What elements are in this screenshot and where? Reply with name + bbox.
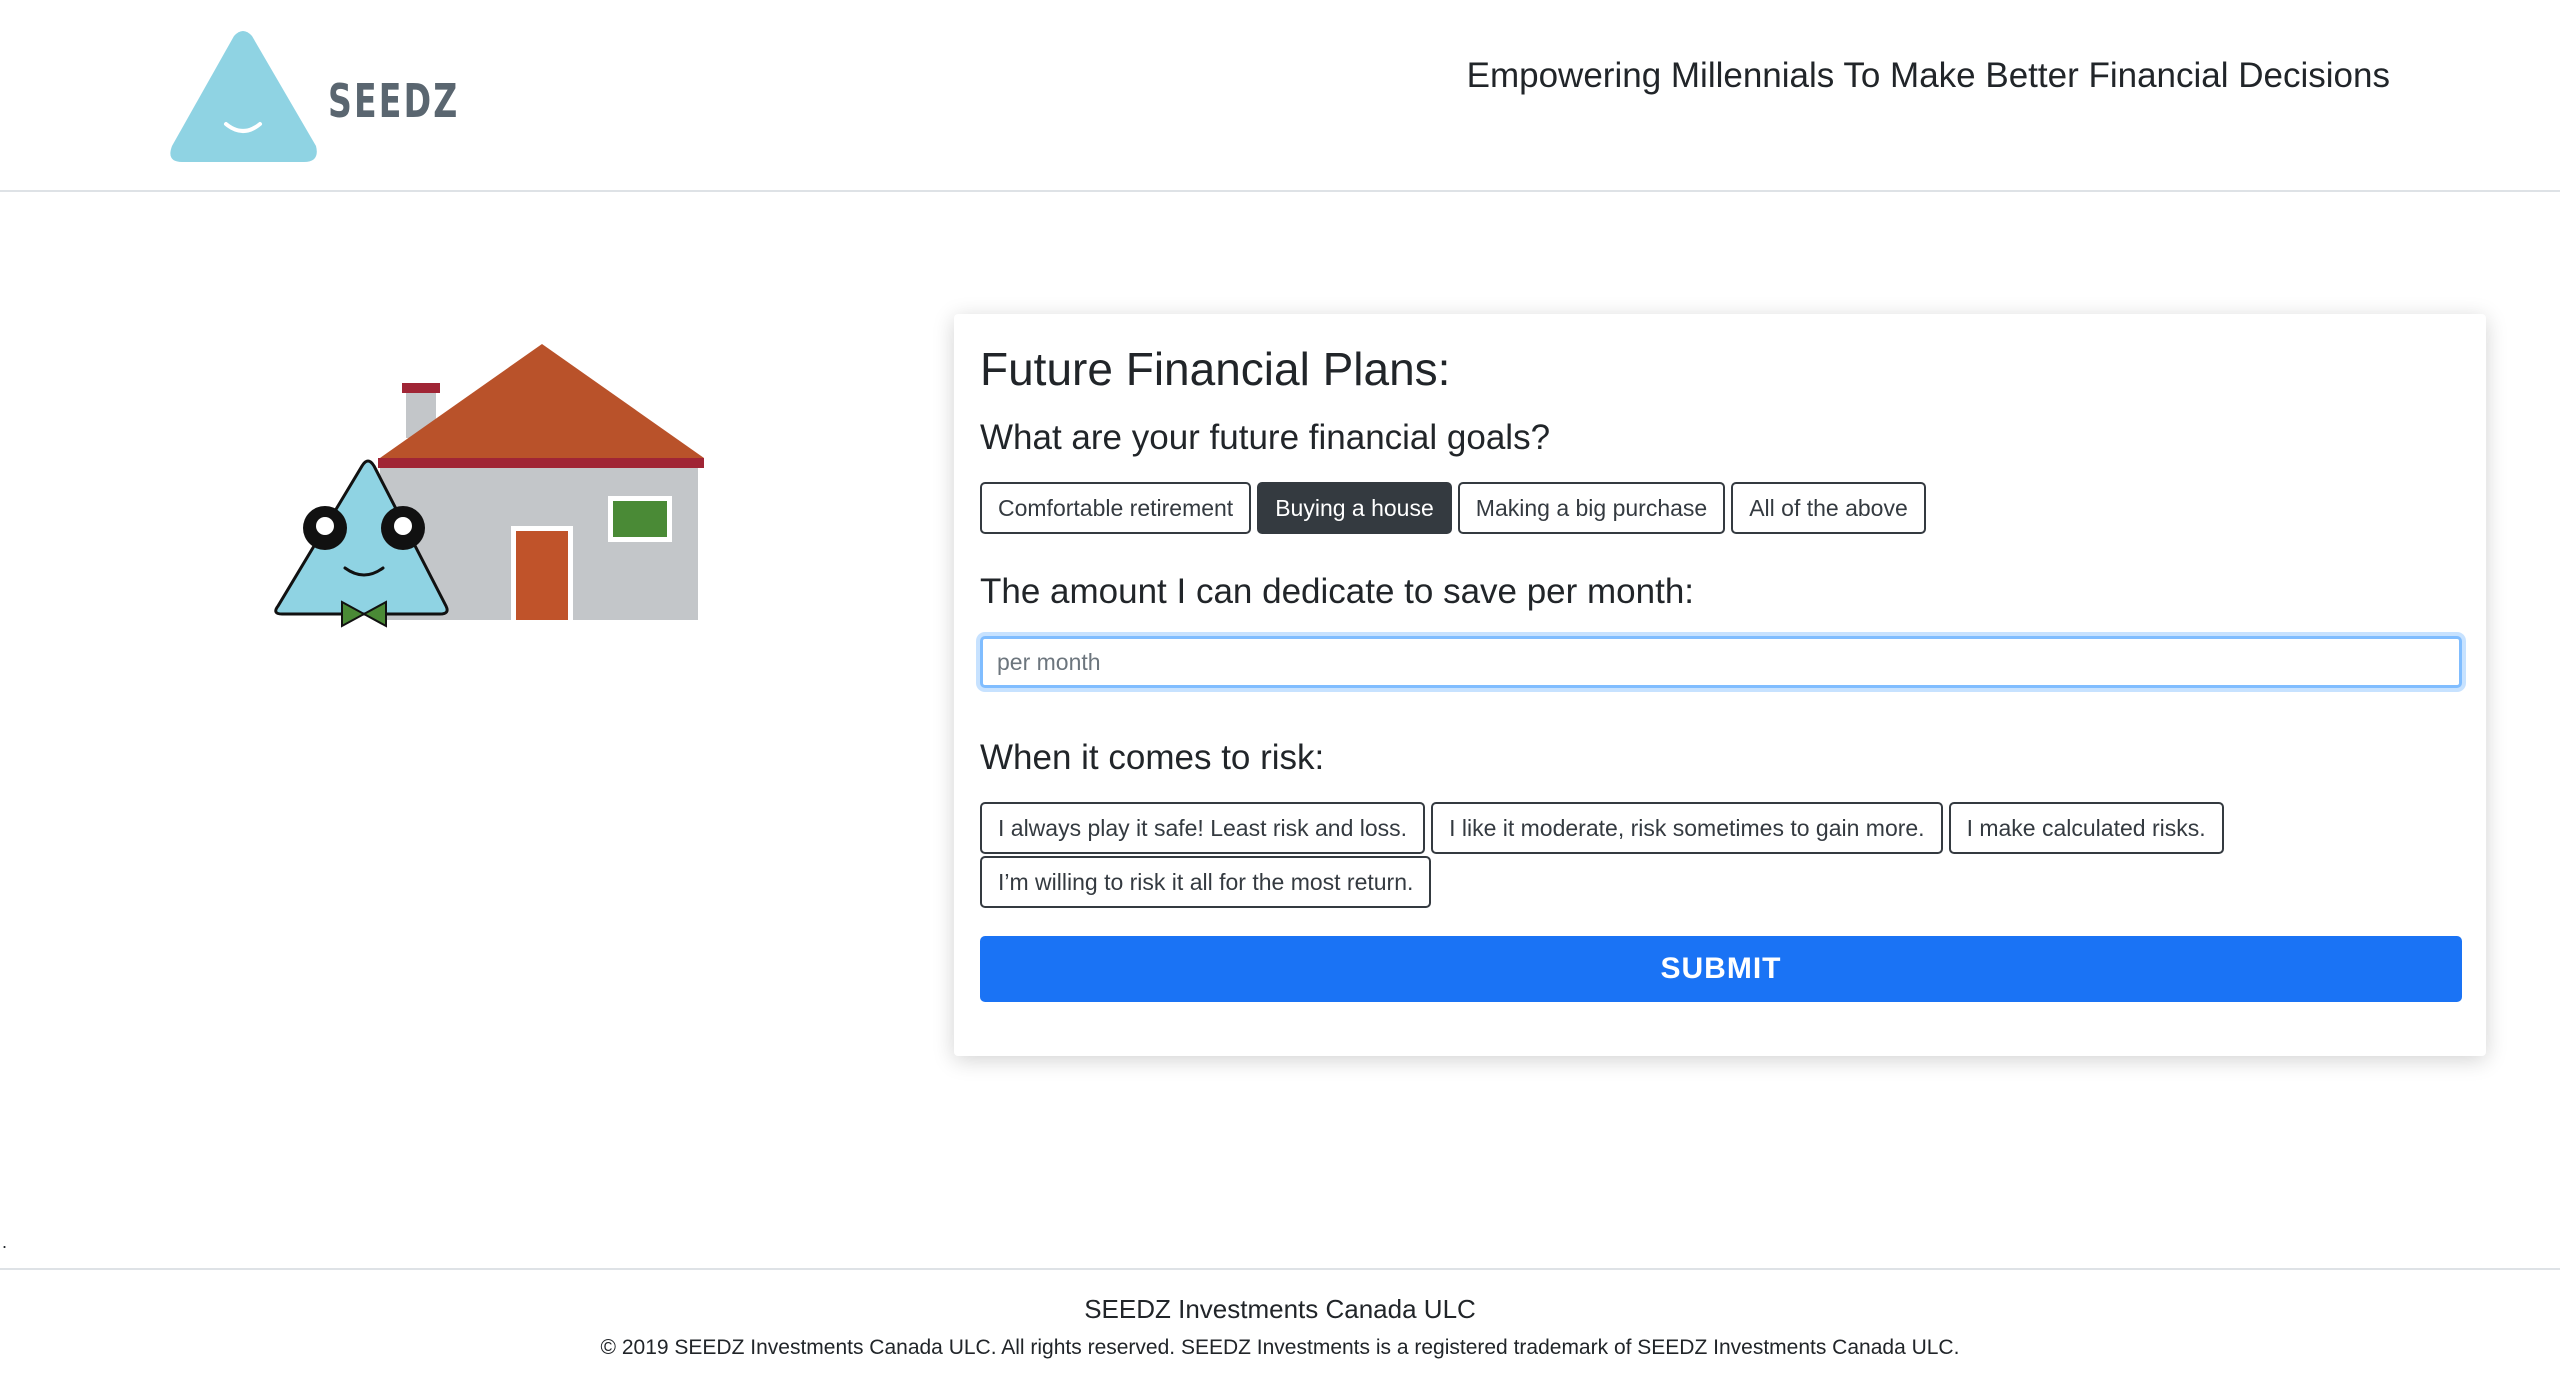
- risk-options: I always play it safe! Least risk and lo…: [980, 802, 2470, 908]
- amount-question: The amount I can dedicate to save per mo…: [980, 572, 1695, 611]
- site-header: SEEDZ Empowering Millennials To Make Bet…: [0, 0, 2560, 192]
- risk-option-all-in[interactable]: I’m willing to risk it all for the most …: [980, 856, 1432, 908]
- header-tagline: Empowering Millennials To Make Better Fi…: [1466, 56, 2390, 95]
- risk-option-moderate[interactable]: I like it moderate, risk sometimes to ga…: [1431, 802, 1943, 854]
- goals-options: Comfortable retirement Buying a house Ma…: [980, 482, 2470, 534]
- footer-copyright: © 2019 SEEDZ Investments Canada ULC. All…: [600, 1336, 1960, 1359]
- site-footer: SEEDZ Investments Canada ULC © 2019 SEED…: [0, 1268, 2560, 1384]
- goal-option-house[interactable]: Buying a house: [1257, 482, 1452, 534]
- risk-option-calculated[interactable]: I make calculated risks.: [1948, 802, 2224, 854]
- footer-company-name: SEEDZ Investments Canada ULC: [1084, 1294, 1476, 1324]
- financial-plans-card: Future Financial Plans: What are your fu…: [954, 314, 2486, 1056]
- goal-option-retirement[interactable]: Comfortable retirement: [980, 482, 1252, 534]
- submit-button[interactable]: SUBMIT: [980, 936, 2462, 1002]
- goal-option-all[interactable]: All of the above: [1731, 482, 1926, 534]
- stray-text: .: [2, 1232, 8, 1252]
- risk-question: When it comes to risk:: [980, 738, 1325, 777]
- monthly-amount-input[interactable]: [980, 636, 2462, 688]
- goals-question: What are your future financial goals?: [980, 418, 1551, 457]
- amount-field-wrapper: [980, 636, 2462, 688]
- logo-wordmark: SEEDZ: [328, 74, 460, 128]
- goal-option-big-purchase[interactable]: Making a big purchase: [1457, 482, 1726, 534]
- risk-option-safe[interactable]: I always play it safe! Least risk and lo…: [980, 802, 1426, 854]
- logo-triangle-icon: [170, 31, 317, 162]
- house-mascot-illustration: [270, 330, 720, 630]
- form-title: Future Financial Plans:: [980, 343, 1451, 395]
- seedz-logo[interactable]: SEEDZ: [168, 28, 457, 168]
